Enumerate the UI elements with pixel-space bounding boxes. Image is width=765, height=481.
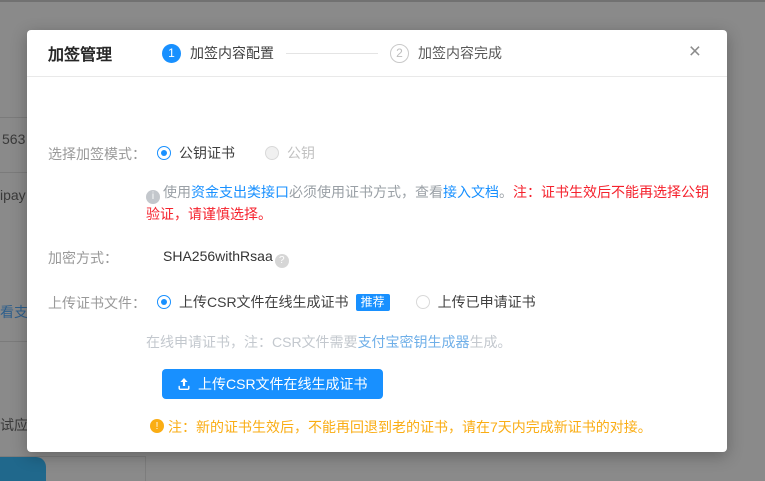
integration-docs-link[interactable]: 接入文档: [443, 184, 499, 200]
step-1: 1 加签内容配置: [162, 43, 274, 63]
info-icon: i: [146, 190, 160, 204]
step-indicator: 1 加签内容配置 2 加签内容完成: [162, 43, 502, 63]
dialog-header: 加签管理 1 加签内容配置 2 加签内容完成 ×: [27, 30, 727, 77]
hint-suffix: 生成。: [470, 334, 512, 350]
step-2-label: 加签内容完成: [418, 43, 502, 63]
background-blue-button: [0, 457, 46, 481]
upload-csr-button[interactable]: 上传CSR文件在线生成证书: [162, 369, 383, 399]
sign-mode-label: 选择加签模式：: [48, 144, 146, 164]
upload-button-label: 上传CSR文件在线生成证书: [198, 374, 368, 394]
background-text-fragment: ipay: [0, 187, 26, 203]
warning-icon: !: [150, 419, 164, 433]
cert-notice: i使用资金支出类接口必须使用证书方式，查看接入文档。注：证书生效后不能再选择公钥…: [146, 182, 718, 225]
background-top-border: [0, 0, 765, 2]
background-text-fragment: 试应: [0, 415, 28, 435]
recommend-badge: 推荐: [356, 294, 390, 311]
radio-public-key-label[interactable]: 公钥: [287, 143, 315, 163]
background-divider: [0, 172, 27, 173]
background-divider: [0, 341, 27, 342]
upload-icon: [177, 377, 191, 391]
step-2: 2 加签内容完成: [390, 43, 502, 63]
sign-mode-options: 公钥证书 公钥: [157, 143, 315, 163]
notice-middle: 必须使用证书方式，查看: [289, 184, 443, 200]
funds-api-link[interactable]: 资金支出类接口: [191, 184, 289, 200]
radio-upload-existing-label[interactable]: 上传已申请证书: [438, 292, 536, 312]
radio-upload-csr-label[interactable]: 上传CSR文件在线生成证书: [179, 292, 349, 312]
radio-public-key-cert[interactable]: [157, 146, 171, 160]
close-icon[interactable]: ×: [689, 41, 701, 62]
encrypt-method-label: 加密方式：: [48, 248, 118, 268]
footer-warning-text: 注：新的证书生效后，不能再回退到老的证书，请在7天内完成新证书的对接。: [168, 417, 652, 437]
background-text-fragment: 563: [2, 131, 25, 147]
notice-period: 。: [499, 184, 513, 200]
radio-public-key[interactable]: [265, 146, 279, 160]
radio-upload-csr[interactable]: [157, 295, 171, 309]
sign-management-dialog: 加签管理 1 加签内容配置 2 加签内容完成 × 选择加签模式： 公钥证书 公钥…: [27, 30, 727, 452]
footer-warning: ! 注：新的证书生效后，不能再回退到老的证书，请在7天内完成新证书的对接。: [150, 417, 652, 437]
upload-cert-options: 上传CSR文件在线生成证书 推荐 上传已申请证书: [157, 292, 536, 312]
step-2-number: 2: [390, 44, 409, 63]
encrypt-method-value: SHA256withRsaa?: [163, 248, 289, 268]
radio-upload-existing[interactable]: [416, 295, 430, 309]
encrypt-value-text: SHA256withRsaa: [163, 248, 273, 264]
dialog-body: 选择加签模式： 公钥证书 公钥 i使用资金支出类接口必须使用证书方式，查看接入文…: [27, 77, 727, 452]
background-divider: [0, 117, 27, 118]
keygen-tool-link[interactable]: 支付宝密钥生成器: [358, 334, 470, 350]
step-1-number: 1: [162, 44, 181, 63]
upload-cert-label: 上传证书文件：: [48, 293, 146, 313]
dialog-title: 加签管理: [48, 41, 112, 65]
hint-prefix: 在线申请证书，注：CSR文件需要: [146, 334, 358, 350]
help-icon[interactable]: ?: [275, 254, 289, 268]
step-connector-line: [286, 53, 378, 54]
radio-public-key-cert-label[interactable]: 公钥证书: [179, 143, 235, 163]
notice-prefix: 使用: [163, 184, 191, 200]
csr-hint: 在线申请证书，注：CSR文件需要支付宝密钥生成器生成。: [146, 332, 512, 352]
background-link-fragment: 看支: [0, 302, 28, 322]
step-1-label: 加签内容配置: [190, 43, 274, 63]
